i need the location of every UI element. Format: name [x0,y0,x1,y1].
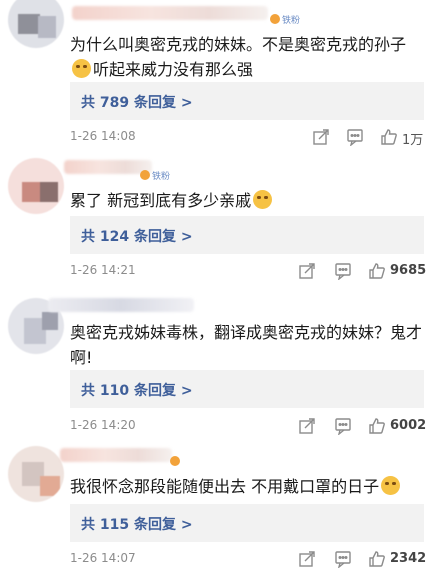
comment-text-line: 奥密克戎姊妹毒株，翻译成奥密克戎的妹妹？鬼才啊! [70,323,423,367]
timestamp: 1-26 14:20 [70,418,136,432]
like-count: 1万 [402,133,424,148]
avatar[interactable] [8,158,64,214]
share-icon[interactable] [298,262,316,280]
crying-emoji-icon [72,59,91,78]
timestamp: 1-26 14:08 [70,129,136,143]
like-count: 2342 [390,551,427,566]
like-icon[interactable] [368,417,386,435]
sweat-emoji-icon [253,190,273,209]
reply-count-label: 共 115 条回复 > [81,517,193,533]
reply-count-label: 共 124 条回复 > [81,229,193,245]
reply-count-label: 共 789 条回复 > [81,95,193,111]
like-count: 9685 [390,263,427,278]
like-icon[interactable] [368,262,386,280]
comment-item: 我很怀念那段能随便出去 不用戴口罩的日子 共 115 条回复 > 1-26 14… [0,438,440,574]
like-icon[interactable] [380,128,398,146]
comment-text: 奥密克戎姊妹毒株，翻译成奥密克戎的妹妹？鬼才啊! [70,320,422,370]
share-icon[interactable] [298,417,316,435]
comment-item: 铁粉 为什么叫奥密克戎的妹妹。不是奥密克戎的孙子 听起来威力没有那么强 共 78… [0,0,440,156]
username-blurred[interactable] [64,160,152,174]
reply-count-label: 共 110 条回复 > [81,383,193,399]
comment-text-line: 听起来威力没有那么强 [93,60,254,79]
comment-item: 奥密克戎姊妹毒株，翻译成奥密克戎的妹妹？鬼才啊! 共 110 条回复 > 1-2… [0,286,440,438]
fan-badge: 铁粉 [270,14,300,27]
comment-text: 为什么叫奥密克戎的妹妹。不是奥密克戎的孙子 听起来威力没有那么强 [70,32,422,82]
comment-text: 累了 新冠到底有多少亲戚 [70,188,422,213]
reply-count-button[interactable]: 共 115 条回复 > [70,504,424,542]
comment-icon[interactable] [334,262,352,280]
comment-icon[interactable] [334,550,352,568]
username-blurred[interactable] [60,448,172,462]
comment-text-line: 我很怀念那段能随便出去 不用戴口罩的日子 [70,477,380,496]
fan-badge-icon [270,14,280,24]
share-icon[interactable] [312,128,330,146]
share-icon[interactable] [298,550,316,568]
comment-item: 铁粉 累了 新冠到底有多少亲戚 共 124 条回复 > 1-26 14:21 9… [0,156,440,286]
avatar[interactable] [8,0,64,48]
like-count: 6002 [390,418,427,433]
reply-count-button[interactable]: 共 124 条回复 > [70,216,424,254]
reply-count-button[interactable]: 共 789 条回复 > [70,82,424,120]
timestamp: 1-26 14:07 [70,551,136,565]
like-icon[interactable] [368,550,386,568]
fan-badge: 铁粉 [140,170,170,183]
timestamp: 1-26 14:21 [70,263,136,277]
badge-icon [170,456,182,469]
badge-dot [170,456,180,466]
comment-icon[interactable] [346,128,364,146]
fan-badge-label: 铁粉 [282,16,301,26]
reply-count-button[interactable]: 共 110 条回复 > [70,370,424,408]
crying-emoji-icon [381,476,401,495]
fan-badge-icon [140,170,150,180]
username-blurred[interactable] [48,298,194,312]
fan-badge-label: 铁粉 [152,172,171,182]
comment-text-line: 累了 新冠到底有多少亲戚 [70,191,252,210]
comment-text-line: 为什么叫奥密克戎的妹妹。不是奥密克戎的孙子 [70,35,407,54]
avatar[interactable] [8,446,64,502]
comment-text: 我很怀念那段能随便出去 不用戴口罩的日子 [70,474,422,499]
username-blurred[interactable] [72,6,268,20]
comment-icon[interactable] [334,417,352,435]
